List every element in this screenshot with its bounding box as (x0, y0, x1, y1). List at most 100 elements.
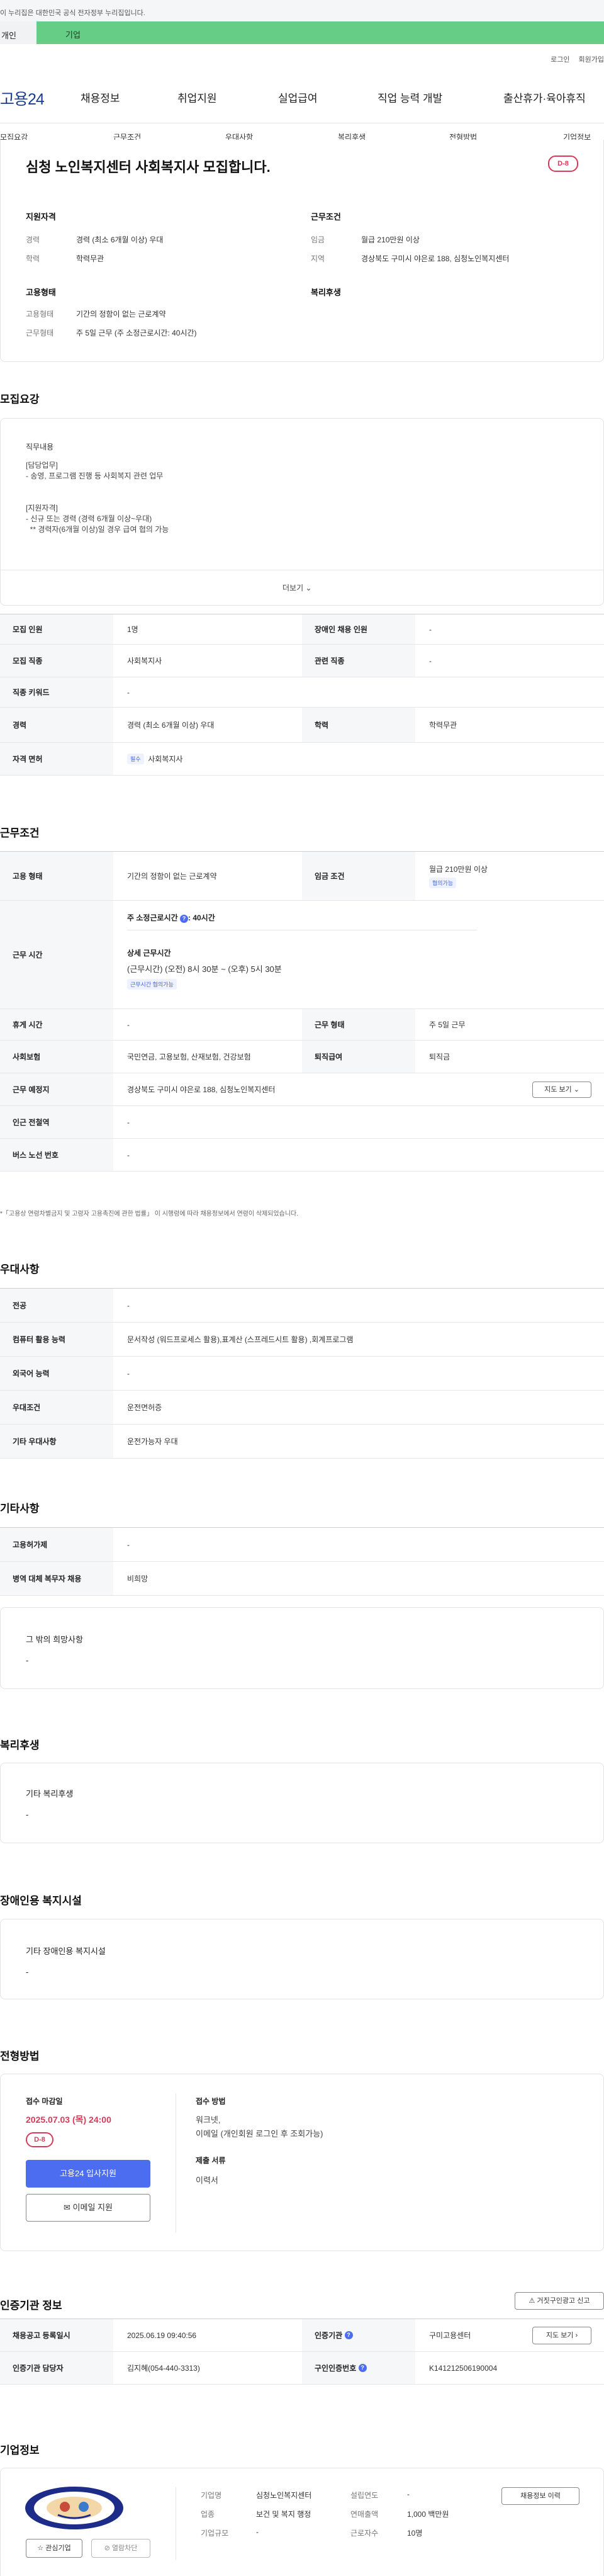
emp-head: 고용형태 (26, 288, 56, 297)
row-value: 1명 (127, 625, 138, 634)
gnb-item-leave[interactable]: 출산휴가·육아휴직 (503, 89, 586, 105)
chevron-down-icon: ⌄ (305, 584, 312, 592)
service-tabs: 개인 기업 (0, 21, 604, 44)
table-row: 고용 형태 기간의 정함이 없는 근로계약 임금 조건 월급 210만원 이상 협… (0, 852, 604, 901)
table-row: 모집 인원 1명 장애인 채용 인원 - (0, 614, 604, 645)
preference-table: 전공 - 컴퓨터 활용 능력 문서작성 (워드프로세스 활용),표계산 (스프레드시… (0, 1288, 604, 1459)
block-button[interactable]: ⊘ 열람차단 (91, 2539, 150, 2558)
gnb-item-unemployment[interactable]: 실업급여 (278, 89, 318, 105)
table-row: 인근 전철역 - (0, 1106, 604, 1139)
area-label: 지역 (311, 254, 325, 263)
agency-label: 인증기관 (315, 2331, 343, 2340)
agency-map-button[interactable]: 지도 보기 › (532, 2327, 591, 2344)
block-label: 열람차단 (111, 2545, 138, 2552)
util-links: 로그인 회원가입 (542, 54, 604, 64)
gnb-item-jobs[interactable]: 채용정보 (81, 89, 120, 105)
row-label: 모집 직종 (0, 645, 113, 677)
report-button[interactable]: ⚠ 거짓구인광고 신고 (515, 2292, 604, 2310)
email-apply-button[interactable]: ✉ 이메일 지원 (26, 2194, 150, 2222)
more-label: 더보기 (282, 584, 304, 592)
favorite-button[interactable]: ☆ 관심기업 (26, 2539, 82, 2558)
table-row: 버스 노선 번호 - (0, 1139, 604, 1172)
row-label: 장애인 채용 인원 (302, 614, 415, 644)
row-value: 비희망 (127, 1574, 148, 1583)
row-value: 운전면허증 (127, 1403, 162, 1412)
help-icon[interactable]: ? (344, 2331, 353, 2339)
more-button[interactable]: 더보기 ⌄ (282, 582, 312, 593)
site-logo[interactable]: 고용24 (0, 87, 45, 110)
table-row: 모집 직종 사회복지사 관련 직종 - (0, 645, 604, 677)
welfare-head: 복리후생 (311, 288, 341, 297)
required-tag: 필수 (127, 754, 144, 764)
favorite-label: 관심기업 (45, 2545, 71, 2552)
table-row: 컴퓨터 활용 능력 문서작성 (워드프로세스 활용),표계산 (스프레드시트 활용… (0, 1323, 604, 1357)
row-label: 인근 전철역 (0, 1106, 113, 1138)
row-label: 인증기관 ? (302, 2319, 415, 2351)
docs-head: 제출 서류 (196, 2156, 226, 2165)
dday-badge: D-8 (548, 155, 578, 172)
job-line: ** 경력자(6개월 이상)일 경우 급여 협의 가능 (26, 525, 169, 534)
apply-button[interactable]: 고용24 입사지원 (26, 2160, 150, 2188)
table-row: 사회보험 국민연금, 고용보험, 산재보험, 건강보험 퇴직급여 퇴직금 (0, 1041, 604, 1073)
deadline-head: 접수 마감일 (26, 2097, 63, 2106)
row-label: 외국어 능력 (0, 1357, 113, 1390)
row-label: 고용 형태 (0, 852, 113, 900)
wage-cell: 월급 210만원 이상 협의가능 (429, 852, 488, 900)
chevron-right-icon: › (575, 2332, 578, 2339)
staff-label: 근로자수 (350, 2529, 379, 2538)
tab-personal[interactable]: 개인 (0, 21, 36, 44)
row-value: 경력 (최소 6개월 이상) 우대 (127, 721, 215, 730)
cond-head: 근무조건 (311, 212, 341, 222)
edu-value: 학력무관 (76, 254, 104, 263)
job-line: [담당업무] (26, 461, 58, 470)
summary-card: 심청 노인복지센터 사회복지사 모집합니다. D-8 지원자격 경력 경력 (최… (0, 140, 604, 362)
row-value: - (127, 687, 130, 697)
map-button[interactable]: 지도 보기 ⌄ (532, 1082, 591, 1098)
welfare-box-value: - (26, 1810, 29, 1819)
signup-link[interactable]: 회원가입 (579, 56, 604, 64)
row-value: - (127, 1117, 130, 1127)
cert-no-label: 구인인증번호 (315, 2364, 357, 2373)
method-line: 이메일 (개인회원 로그인 후 조회가능) (196, 2129, 323, 2138)
tab-company[interactable]: 기업 (36, 21, 604, 44)
help-icon[interactable]: ? (179, 915, 188, 923)
table-row: 휴게 시간 - 근무 형태 주 5일 근무 (0, 1009, 604, 1041)
gnb-item-training[interactable]: 직업 능력 개발 (378, 89, 442, 105)
row-value: - (429, 656, 432, 665)
table-row: 경력 경력 (최소 6개월 이상) 우대 학력 학력무관 (0, 708, 604, 743)
row-label: 근무 시간 (0, 901, 113, 1008)
job-line: [지원자격] (26, 504, 58, 512)
recruit-title: 모집요강 (0, 393, 40, 405)
row-label: 버스 노선 번호 (0, 1139, 113, 1171)
gnb-item-employment-support[interactable]: 취업지원 (177, 89, 217, 105)
hours-main: 주 소정근로시간 ?: 40시간 (127, 913, 215, 923)
row-label: 임금 조건 (302, 852, 415, 900)
row-label: 기타 우대사항 (0, 1425, 113, 1458)
row-label: 학력 (302, 708, 415, 742)
row-label: 퇴직급여 (302, 1041, 415, 1073)
company-name-value: 심청노인복지센터 (256, 2491, 312, 2500)
row-value: 퇴직금 (429, 1053, 450, 1061)
process-dday-badge: D-8 (26, 2132, 53, 2147)
login-link[interactable]: 로그인 (551, 56, 569, 64)
agency-map-label: 지도 보기 (545, 2332, 574, 2339)
gov-banner: 이 누리집은 대한민국 공식 전자정부 누리집입니다. (0, 0, 604, 21)
wage-value: 월급 210만원 이상 (429, 865, 488, 874)
etc-wish-head: 그 밖의 희망사항 (26, 1635, 83, 1644)
row-label: 자격 면허 (0, 743, 113, 775)
welfare-box-head: 기타 복리후생 (26, 1789, 74, 1799)
row-label: 직종 키워드 (0, 677, 113, 707)
job-history-button[interactable]: 채용정보 이력 (501, 2487, 579, 2505)
row-value: - (429, 624, 432, 634)
docs-value: 이력서 (196, 2176, 218, 2185)
agency-table: 채용공고 등록일시 2025.06.19 09:40:56 인증기관 ? 구미고… (0, 2319, 604, 2385)
row-value: 기간의 정함이 없는 근로계약 (127, 872, 217, 881)
founded-value: - (407, 2490, 410, 2499)
job-desc-head: 직무내용 (26, 443, 54, 451)
career-value: 경력 (최소 6개월 이상) 우대 (76, 235, 164, 244)
chevron-down-icon: ⌄ (573, 1086, 579, 1093)
company-title: 기업정보 (0, 2444, 40, 2456)
row-label: 근무 예정지 (0, 1073, 113, 1105)
help-icon[interactable]: ? (358, 2364, 367, 2372)
bell-icon: ⚠ (528, 2297, 535, 2305)
